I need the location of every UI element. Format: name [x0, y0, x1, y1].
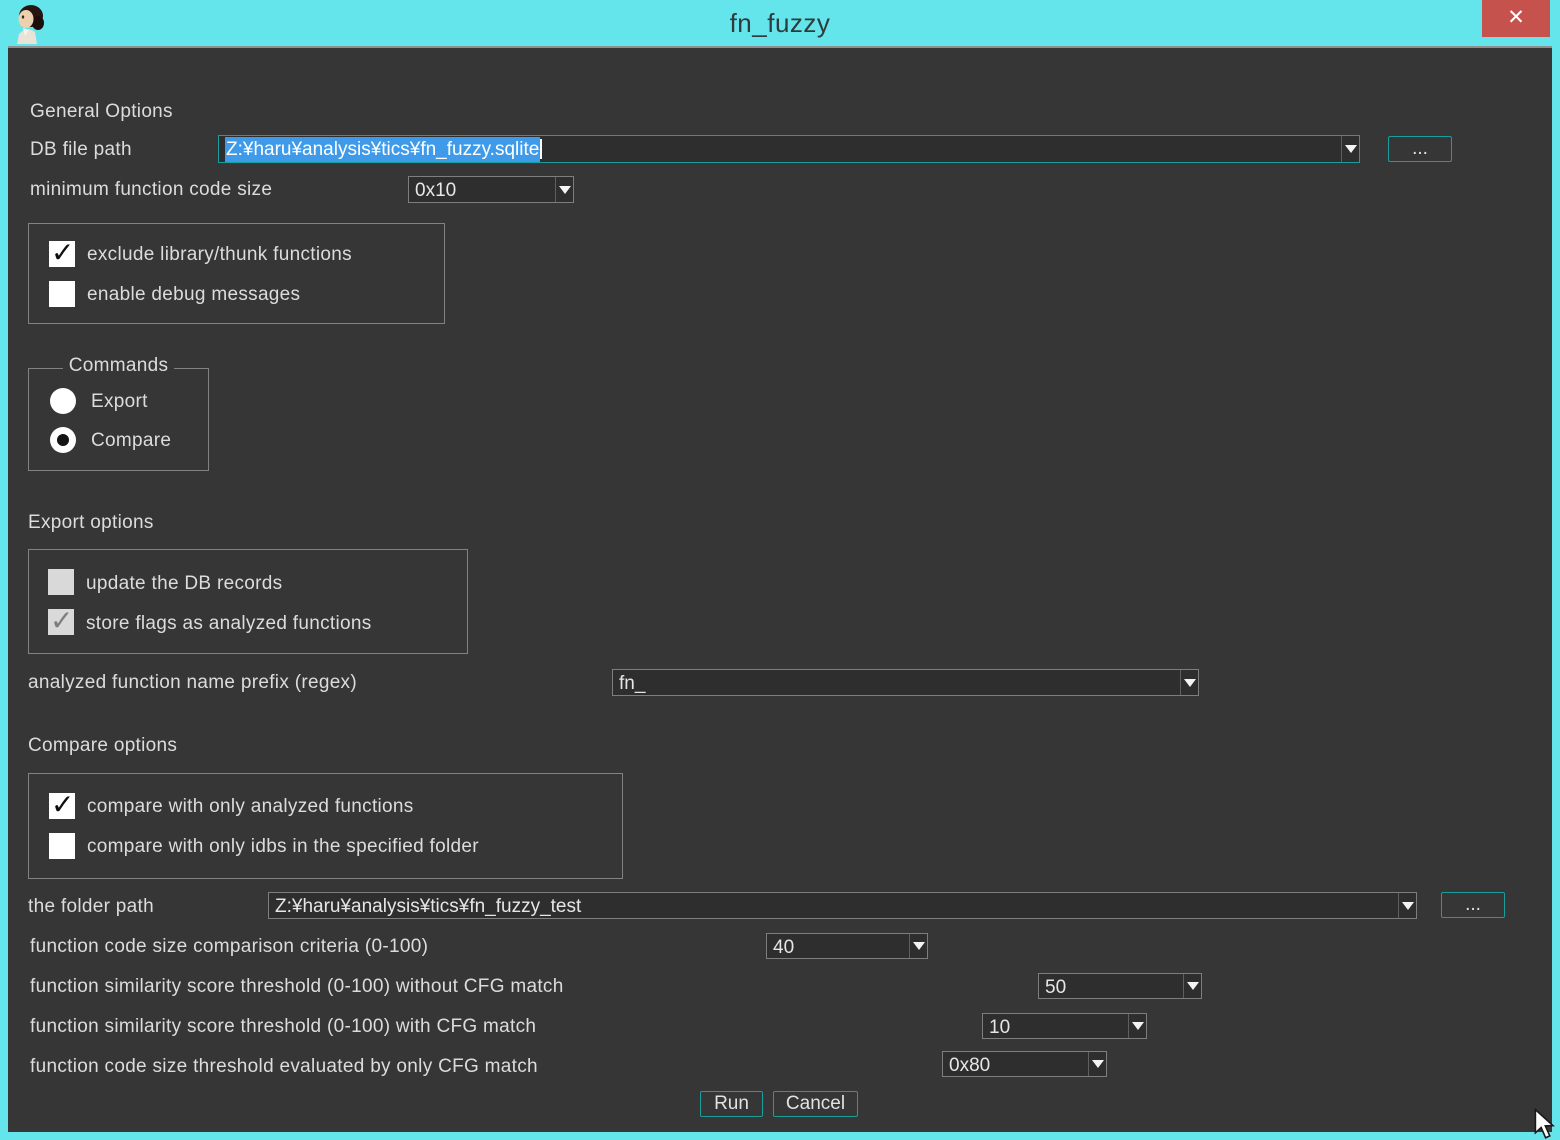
general-options-heading: General Options	[30, 99, 173, 125]
size-threshold-cfg-value: 0x80	[943, 1052, 1088, 1076]
min-code-size-value: 0x10	[409, 177, 555, 202]
compare-analyzed-label[interactable]: compare with only analyzed functions	[87, 794, 414, 820]
enable-debug-checkbox[interactable]	[49, 281, 75, 307]
db-file-path-value[interactable]: Z:¥haru¥analysis¥tics¥fn_fuzzy.sqlite	[219, 136, 1341, 162]
prefix-label: analyzed function name prefix (regex)	[28, 670, 357, 696]
mouse-cursor-icon	[1532, 1108, 1558, 1140]
chevron-down-icon	[1184, 679, 1196, 687]
db-file-path-browse-button[interactable]: ...	[1388, 136, 1452, 162]
chevron-down-icon	[1132, 1022, 1144, 1030]
chevron-down-icon	[559, 186, 571, 194]
compare-radio[interactable]	[50, 427, 76, 453]
criteria-value: 40	[767, 934, 909, 958]
cancel-button[interactable]: Cancel	[773, 1091, 858, 1117]
text-caret	[540, 139, 542, 159]
size-threshold-cfg-dropdown-button[interactable]	[1088, 1052, 1106, 1076]
prefix-dropdown-button[interactable]	[1180, 670, 1198, 695]
chevron-down-icon	[913, 942, 925, 950]
chevron-down-icon	[1187, 982, 1199, 990]
folder-path-combobox[interactable]: Z:¥haru¥analysis¥tics¥fn_fuzzy_test	[268, 892, 1417, 919]
db-file-path-dropdown-button[interactable]	[1341, 136, 1359, 162]
threshold-without-cfg-dropdown[interactable]: 50	[1038, 973, 1202, 999]
compare-options-heading: Compare options	[28, 733, 177, 759]
folder-path-value[interactable]: Z:¥haru¥analysis¥tics¥fn_fuzzy_test	[269, 893, 1398, 918]
folder-path-dropdown-button[interactable]	[1398, 893, 1416, 918]
close-button[interactable]: ✕	[1482, 0, 1550, 37]
db-file-path-combobox[interactable]: Z:¥haru¥analysis¥tics¥fn_fuzzy.sqlite	[218, 135, 1360, 163]
chevron-down-icon	[1402, 902, 1414, 910]
threshold-with-cfg-dropdown-button[interactable]	[1128, 1014, 1146, 1038]
criteria-label: function code size comparison criteria (…	[30, 934, 428, 960]
exclude-library-label[interactable]: exclude library/thunk functions	[87, 242, 352, 268]
titlebar[interactable]: fn_fuzzy ✕	[0, 0, 1560, 46]
folder-path-browse-button[interactable]: ...	[1441, 892, 1505, 918]
compare-idbs-checkbox[interactable]	[49, 833, 75, 859]
dialog-body: General Options DB file path Z:¥haru¥ana…	[8, 46, 1552, 1132]
update-db-records-label[interactable]: update the DB records	[86, 571, 282, 597]
run-button[interactable]: Run	[700, 1091, 763, 1117]
store-flags-label[interactable]: store flags as analyzed functions	[86, 611, 372, 637]
store-flags-checkbox[interactable]	[48, 609, 74, 635]
threshold-without-cfg-label: function similarity score threshold (0-1…	[30, 974, 564, 1000]
size-threshold-cfg-dropdown[interactable]: 0x80	[942, 1051, 1107, 1077]
compare-analyzed-checkbox[interactable]	[49, 793, 75, 819]
exclude-library-checkbox[interactable]	[49, 241, 75, 267]
prefix-value[interactable]: fn_	[613, 670, 1180, 695]
criteria-dropdown-button[interactable]	[909, 934, 927, 958]
prefix-combobox[interactable]: fn_	[612, 669, 1199, 696]
threshold-with-cfg-dropdown[interactable]: 10	[982, 1013, 1147, 1039]
criteria-dropdown[interactable]: 40	[766, 933, 928, 959]
close-icon: ✕	[1507, 6, 1525, 29]
update-db-records-checkbox[interactable]	[48, 569, 74, 595]
export-options-group: update the DB records store flags as ana…	[28, 549, 468, 654]
chevron-down-icon	[1345, 145, 1357, 153]
threshold-without-cfg-value: 50	[1039, 974, 1183, 998]
compare-options-group: compare with only analyzed functions com…	[28, 773, 623, 879]
threshold-with-cfg-label: function similarity score threshold (0-1…	[30, 1014, 536, 1040]
min-code-size-label: minimum function code size	[30, 177, 272, 203]
size-threshold-cfg-label: function code size threshold evaluated b…	[30, 1054, 538, 1080]
export-radio-label[interactable]: Export	[91, 389, 148, 415]
fn-fuzzy-dialog: fn_fuzzy ✕ General Options DB file path …	[0, 0, 1560, 1140]
compare-radio-label[interactable]: Compare	[91, 428, 171, 454]
folder-path-label: the folder path	[28, 894, 154, 920]
general-checkbox-group: exclude library/thunk functions enable d…	[28, 223, 445, 324]
chevron-down-icon	[1092, 1060, 1104, 1068]
commands-legend: Commands	[29, 355, 208, 377]
compare-idbs-label[interactable]: compare with only idbs in the specified …	[87, 834, 479, 860]
window-title: fn_fuzzy	[0, 8, 1560, 39]
export-options-heading: Export options	[28, 510, 154, 536]
min-code-size-dropdown-button[interactable]	[555, 177, 573, 202]
enable-debug-label[interactable]: enable debug messages	[87, 282, 300, 308]
db-file-path-label: DB file path	[30, 137, 132, 163]
threshold-without-cfg-dropdown-button[interactable]	[1183, 974, 1201, 998]
export-radio[interactable]	[50, 388, 76, 414]
min-code-size-dropdown[interactable]: 0x10	[408, 176, 574, 203]
threshold-with-cfg-value: 10	[983, 1014, 1128, 1038]
commands-group: Commands Export Compare	[28, 368, 209, 471]
